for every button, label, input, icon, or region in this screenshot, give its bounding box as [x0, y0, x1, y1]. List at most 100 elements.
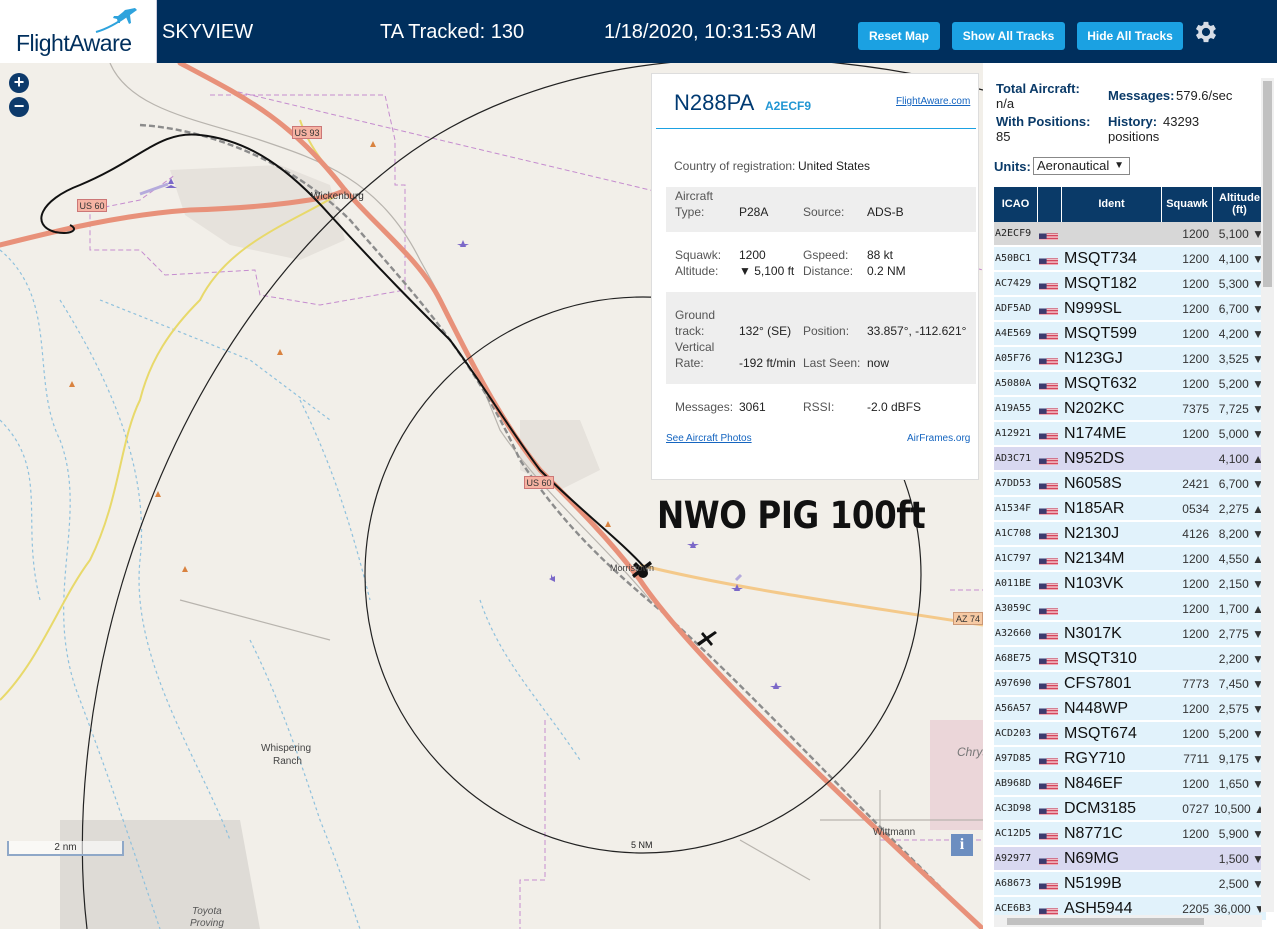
- gtrack-value: 132° (SE): [739, 324, 792, 338]
- row-squawk: 1200: [1182, 627, 1209, 641]
- us-flag-icon: [1039, 703, 1060, 715]
- info-button[interactable]: i: [951, 834, 973, 856]
- row-icao: ACD203: [995, 728, 1032, 739]
- col-squawk[interactable]: Squawk: [1162, 187, 1213, 222]
- vrate-value: -192 ft/min: [739, 356, 796, 370]
- table-row[interactable]: A1C797 N2134M 1200 4,550 ▲: [994, 547, 1266, 571]
- show-all-tracks-button[interactable]: Show All Tracks: [952, 22, 1065, 50]
- table-row[interactable]: A011BE N103VK 1200 2,150 ▼: [994, 572, 1266, 596]
- units-select[interactable]: Aeronautical ▼: [1033, 157, 1130, 175]
- us-flag-icon: [1039, 778, 1060, 790]
- us-flag-icon: [1039, 678, 1060, 690]
- zoom-out-button[interactable]: −: [9, 97, 29, 117]
- zoom-in-button[interactable]: +: [9, 73, 29, 93]
- table-row[interactable]: A97D85 RGY710 7711 9,175 ▼: [994, 747, 1266, 771]
- table-row[interactable]: A2ECF9 1200 5,100 ▼: [994, 222, 1266, 246]
- table-row[interactable]: A12921 N174ME 1200 5,000 ▼: [994, 422, 1266, 446]
- table-row[interactable]: A97690 CFS7801 7773 7,450 ▼: [994, 672, 1266, 696]
- table-row[interactable]: A1534F N185AR 0534 2,275 ▲: [994, 497, 1266, 521]
- row-squawk: 1200: [1182, 352, 1209, 366]
- table-row[interactable]: AC3D98 DCM3185 0727 10,500 ▲: [994, 797, 1266, 821]
- row-squawk: 0534: [1182, 502, 1209, 516]
- row-squawk: 1200: [1182, 227, 1209, 241]
- messages-rate-value: 579.6/sec: [1176, 88, 1233, 103]
- scale-bar: 2 nm: [7, 841, 124, 856]
- squawk-value: 1200: [739, 248, 766, 262]
- table-row[interactable]: A05F76 N123GJ 1200 3,525 ▼: [994, 347, 1266, 371]
- us-flag-icon: [1039, 528, 1060, 540]
- rssi-value: -2.0 dBFS: [867, 400, 922, 414]
- col-ident[interactable]: Ident: [1062, 187, 1162, 222]
- table-header: ICAO Ident Squawk Altitude (ft): [994, 187, 1266, 222]
- row-altitude: 5,300 ▼: [1218, 277, 1264, 291]
- table-row[interactable]: A4E569 MSQT599 1200 4,200 ▼: [994, 322, 1266, 346]
- us-flag-icon: [1039, 553, 1060, 565]
- gtrack-label-1: Ground: [675, 308, 716, 322]
- table-row[interactable]: AD3C71 N952DS 4,100 ▲: [994, 447, 1266, 471]
- us-flag-icon: [1039, 228, 1060, 240]
- current-datetime: 1/18/2020, 10:31:53 AM: [604, 21, 817, 43]
- row-icao: A5080A: [995, 378, 1032, 389]
- vertical-scroll-thumb[interactable]: [1263, 81, 1272, 287]
- table-row[interactable]: ADF5AD N999SL 1200 6,700 ▼: [994, 297, 1266, 321]
- us-flag-icon: [1039, 878, 1060, 890]
- row-icao: A7DD53: [995, 478, 1032, 489]
- row-altitude: 10,500 ▲: [1214, 802, 1264, 816]
- row-altitude: 7,450 ▼: [1218, 677, 1264, 691]
- table-row[interactable]: ACD203 MSQT674 1200 5,200 ▼: [994, 722, 1266, 746]
- lastseen-label: Last Seen:: [803, 356, 861, 370]
- altitude-label: Altitude:: [675, 264, 719, 278]
- total-aircraft-value: n/a: [996, 96, 1015, 111]
- table-row[interactable]: A19A55 N202KC 7375 7,725 ▼: [994, 397, 1266, 421]
- us-flag-icon: [1039, 753, 1060, 765]
- table-row[interactable]: A5080A MSQT632 1200 5,200 ▼: [994, 372, 1266, 396]
- row-squawk: 1200: [1182, 827, 1209, 841]
- flightaware-logo[interactable]: FlightAware: [0, 0, 157, 63]
- row-altitude: 1,650 ▼: [1218, 777, 1264, 791]
- row-icao: A97690: [995, 678, 1032, 689]
- col-altitude-line1: Altitude: [1219, 192, 1260, 204]
- table-row[interactable]: A92977 N69MG 1,500 ▼: [994, 847, 1266, 871]
- row-ident: MSQT599: [1064, 325, 1137, 342]
- hide-all-tracks-button[interactable]: Hide All Tracks: [1077, 22, 1183, 50]
- table-row[interactable]: A68E75 MSQT310 2,200 ▼: [994, 647, 1266, 671]
- row-squawk: [1164, 847, 1212, 871]
- reset-map-button[interactable]: Reset Map: [858, 22, 940, 50]
- table-row[interactable]: AC7429 MSQT182 1200 5,300 ▼: [994, 272, 1266, 296]
- table-row[interactable]: A7DD53 N6058S 2421 6,700 ▼: [994, 472, 1266, 496]
- horizontal-scroll-thumb[interactable]: [1007, 918, 1204, 925]
- row-icao: AD3C71: [995, 453, 1032, 464]
- table-row[interactable]: AB968D N846EF 1200 1,650 ▼: [994, 772, 1266, 796]
- row-ident: MSQT674: [1064, 725, 1137, 742]
- us-flag-icon: [1039, 653, 1060, 665]
- row-ident: MSQT734: [1064, 250, 1137, 267]
- row-altitude: 4,200 ▼: [1218, 327, 1264, 341]
- track-box: [666, 292, 976, 384]
- settings-gear-icon[interactable]: [1192, 18, 1220, 46]
- row-ident: N999SL: [1064, 300, 1122, 317]
- table-row[interactable]: A32660 N3017K 1200 2,775 ▼: [994, 622, 1266, 646]
- airframes-link[interactable]: AirFrames.org: [907, 433, 970, 444]
- row-icao: A68673: [995, 878, 1032, 889]
- row-squawk: [1164, 647, 1212, 671]
- row-altitude: 5,200 ▼: [1218, 727, 1264, 741]
- flightaware-link[interactable]: FlightAware.com: [896, 96, 970, 107]
- row-ident: N202KC: [1064, 400, 1125, 417]
- row-altitude: 2,575 ▼: [1218, 702, 1264, 716]
- row-squawk: 1200: [1182, 702, 1209, 716]
- row-ident: CFS7801: [1064, 675, 1132, 692]
- table-row[interactable]: A3059C 1200 1,700 ▲: [994, 597, 1266, 621]
- row-ident: N448WP: [1064, 700, 1129, 717]
- table-row[interactable]: AC12D5 N8771C 1200 5,900 ▼: [994, 822, 1266, 846]
- aircraft-photos-link[interactable]: See Aircraft Photos: [666, 433, 752, 444]
- row-squawk: 2421: [1182, 477, 1209, 491]
- table-row[interactable]: A56A57 N448WP 1200 2,575 ▼: [994, 697, 1266, 721]
- us-flag-icon: [1039, 478, 1060, 490]
- table-row[interactable]: A1C708 N2130J 4126 8,200 ▼: [994, 522, 1266, 546]
- col-icao[interactable]: ICAO: [994, 187, 1038, 222]
- row-squawk: 1200: [1182, 577, 1209, 591]
- col-altitude[interactable]: Altitude (ft): [1213, 187, 1266, 222]
- table-row[interactable]: A68673 N5199B 2,500 ▼: [994, 872, 1266, 896]
- col-flag[interactable]: [1038, 187, 1062, 222]
- table-row[interactable]: A50BC1 MSQT734 1200 4,100 ▼: [994, 247, 1266, 271]
